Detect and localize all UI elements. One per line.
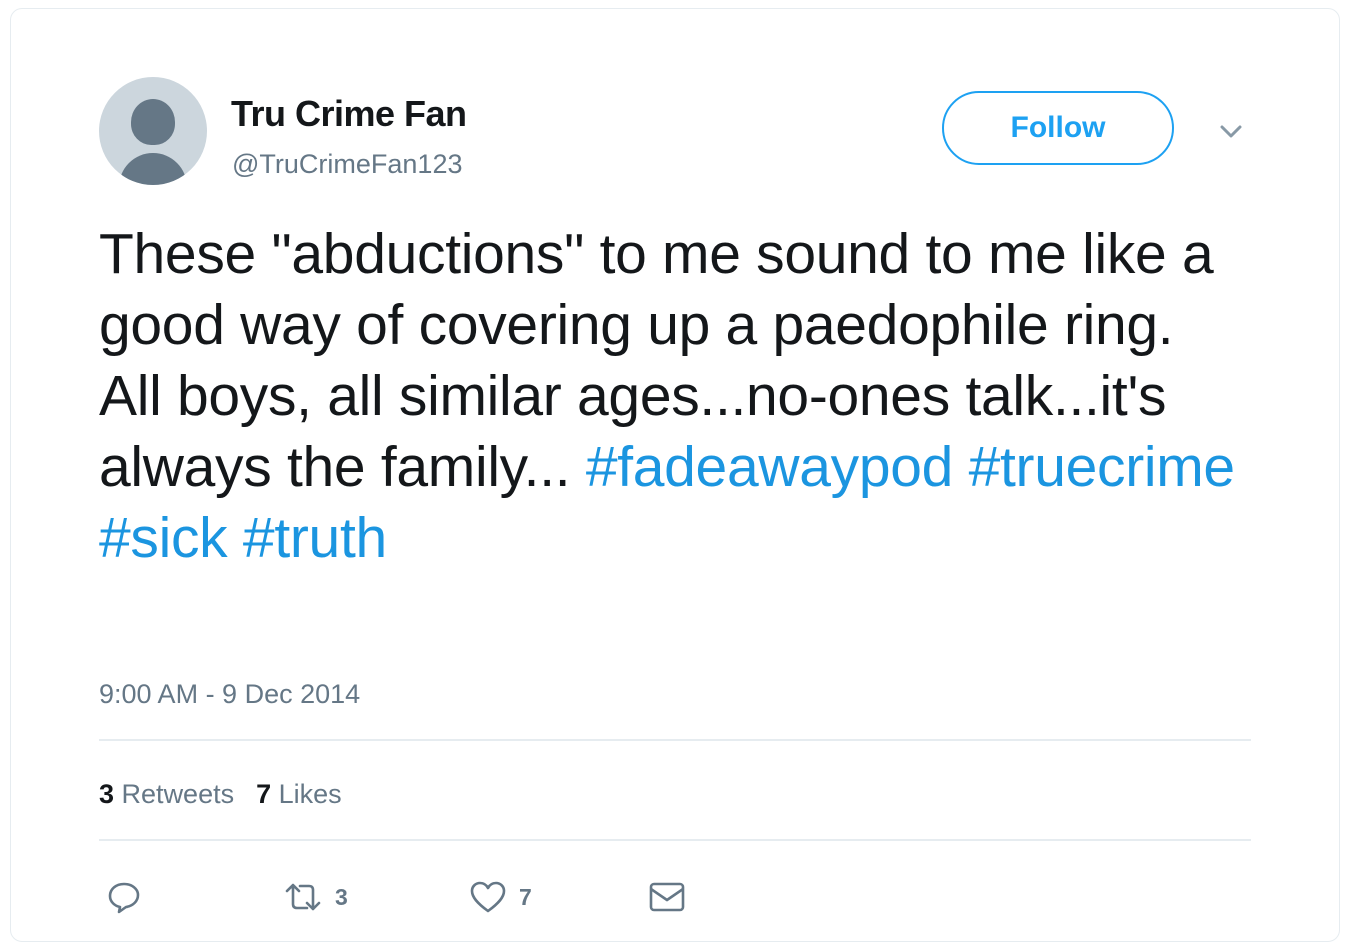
retweets-label: Retweets: [121, 779, 235, 809]
hashtag-truecrime[interactable]: #truecrime: [969, 435, 1236, 499]
avatar-head: [131, 99, 175, 145]
reply-icon: [108, 882, 140, 914]
tweet-stats: 3 Retweets 7 Likes: [99, 779, 342, 810]
avatar-body: [119, 153, 187, 185]
retweets-stat[interactable]: 3 Retweets: [99, 779, 234, 810]
retweets-count: 3: [99, 779, 115, 809]
heart-icon: [470, 881, 506, 913]
direct-message-button[interactable]: [647, 875, 687, 919]
retweet-count: 3: [335, 883, 348, 910]
chevron-down-icon[interactable]: [1216, 117, 1246, 147]
retweet-icon: [285, 883, 321, 911]
tweet-card: Tru Crime Fan @TruCrimeFan123 Follow The…: [10, 8, 1340, 942]
divider: [99, 839, 1251, 841]
like-count: 7: [519, 883, 532, 910]
divider: [99, 739, 1251, 741]
reply-button[interactable]: [107, 875, 141, 919]
hashtag-truth[interactable]: #truth: [243, 506, 387, 570]
hashtag-fadeawaypod[interactable]: #fadeawaypod: [586, 435, 954, 499]
avatar[interactable]: [99, 77, 207, 185]
hashtag-sick[interactable]: #sick: [99, 506, 228, 570]
envelope-icon: [649, 882, 685, 912]
likes-count: 7: [256, 779, 272, 809]
like-button[interactable]: 7: [469, 875, 532, 919]
tweet-text: These "abductions" to me sound to me lik…: [99, 219, 1239, 574]
likes-stat[interactable]: 7 Likes: [256, 779, 342, 810]
user-handle[interactable]: @TruCrimeFan123: [232, 149, 462, 180]
follow-button[interactable]: Follow: [942, 91, 1174, 165]
display-name[interactable]: Tru Crime Fan: [231, 93, 467, 135]
tweet-actions: 3 7: [107, 875, 707, 919]
likes-label: Likes: [278, 779, 342, 809]
retweet-button[interactable]: 3: [283, 875, 348, 919]
tweet-timestamp[interactable]: 9:00 AM - 9 Dec 2014: [99, 679, 360, 710]
